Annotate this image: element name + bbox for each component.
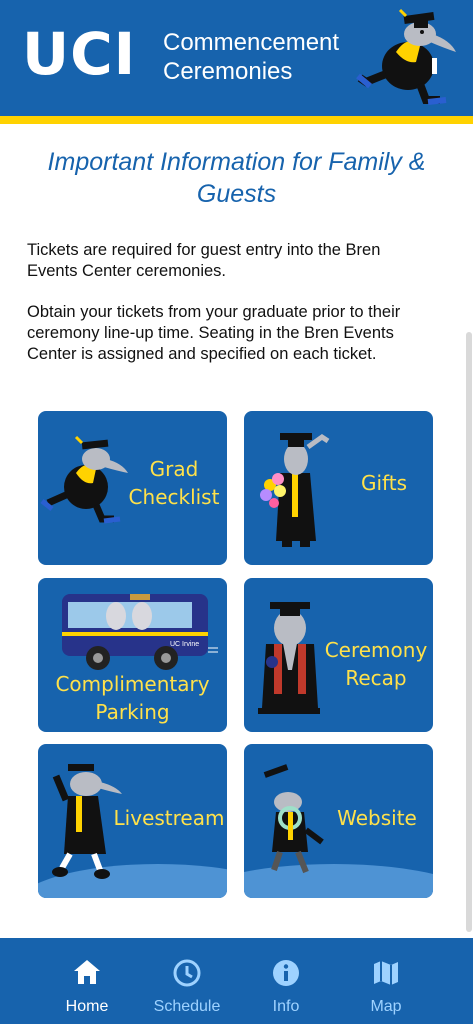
livestream-label: Livestream <box>113 806 225 830</box>
grad-checklist-label-line2: Checklist <box>128 485 220 509</box>
website-tile[interactable]: Website <box>244 744 433 898</box>
app-header: UCI Commencement Ceremonies <box>0 0 473 116</box>
anteater-mascot-icon <box>356 8 456 105</box>
header-gold-stripe <box>0 116 473 124</box>
bus-text: UC Irvine <box>170 641 199 648</box>
grad-checklist-label: Grad Checklist <box>124 455 224 511</box>
header-title: Commencement Ceremonies <box>163 28 339 86</box>
nav-map[interactable]: Map <box>327 938 445 1024</box>
info-icon <box>273 960 299 986</box>
bus-icon: UC Irvine <box>62 594 218 670</box>
page-heading: Important Information for Family & Guest… <box>47 148 426 208</box>
seating-info-paragraph: Obtain your tickets from your graduate p… <box>27 303 401 363</box>
main-content: Important Information for Family & Guest… <box>0 124 473 938</box>
nav-map-label: Map <box>370 998 402 1015</box>
bottom-navigation: Home Schedule Info Map <box>0 938 473 1024</box>
ceremony-recap-label-line1: Ceremony <box>324 638 428 662</box>
grad-checklist-tile[interactable]: Grad Checklist <box>38 411 227 565</box>
running-anteater-icon <box>40 435 128 524</box>
ceremony-recap-label: Ceremony Recap <box>318 636 433 692</box>
header-title-line2: Ceremonies <box>163 58 293 85</box>
uci-logo: UCI <box>22 20 137 88</box>
gifts-label: Gifts <box>360 471 407 495</box>
complimentary-parking-label-line2: Parking <box>95 700 170 724</box>
jumping-anteater-icon <box>263 764 324 874</box>
livestream-tile[interactable]: Livestream <box>38 744 227 898</box>
anteater-with-flowers-icon <box>260 433 330 547</box>
clock-icon <box>173 959 201 987</box>
header-title-line1: Commencement <box>163 29 340 56</box>
grad-checklist-label-line1: Grad <box>149 457 199 481</box>
ceremony-recap-label-line2: Recap <box>345 666 407 690</box>
ceremony-recap-tile[interactable]: Ceremony Recap <box>244 578 433 732</box>
map-icon <box>374 961 398 985</box>
website-label: Website <box>337 806 417 830</box>
gifts-tile[interactable]: Gifts <box>244 411 433 565</box>
complimentary-parking-label: Complimentary Parking <box>38 670 227 726</box>
scrollbar[interactable] <box>466 332 472 932</box>
complimentary-parking-tile[interactable]: UC Irvine Complimentary Parking <box>38 578 227 732</box>
complimentary-parking-label-line1: Complimentary <box>55 672 210 696</box>
ticket-info-paragraph: Tickets are required for guest entry int… <box>27 241 381 280</box>
home-icon <box>74 960 100 984</box>
